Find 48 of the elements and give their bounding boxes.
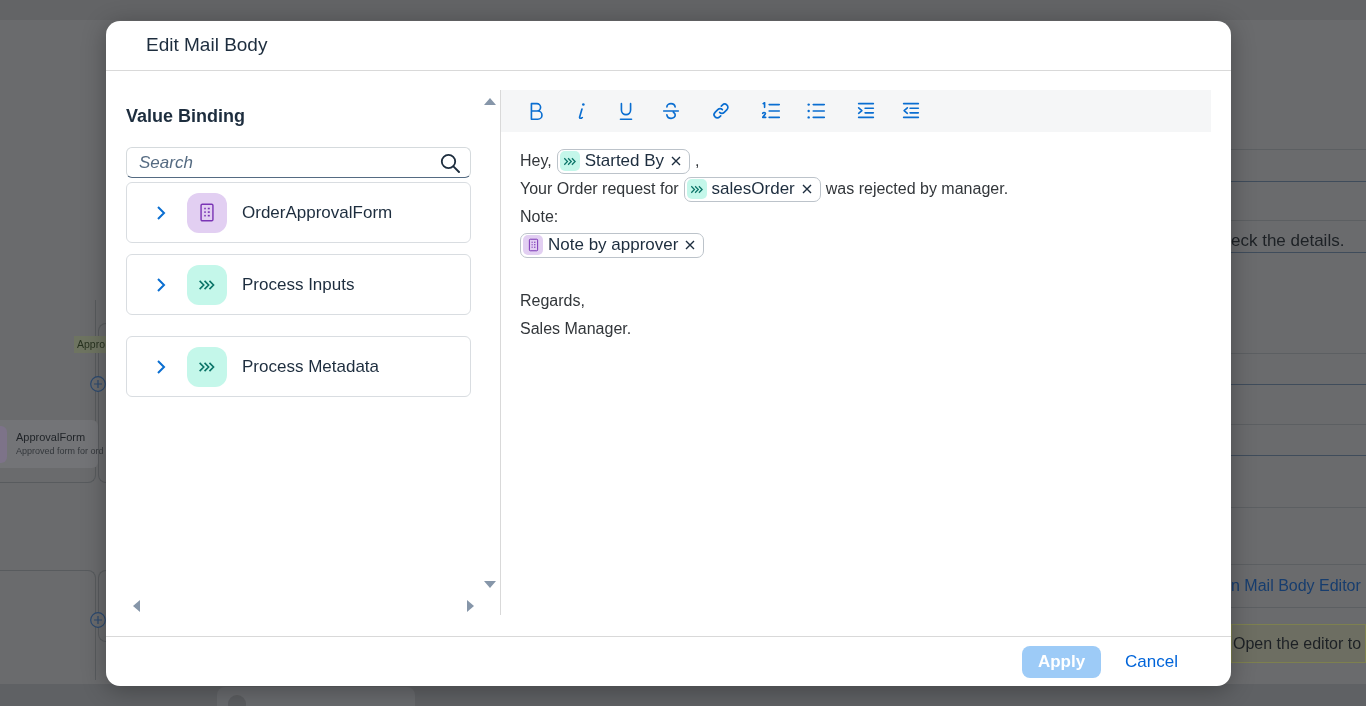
chevrons-icon (686, 179, 707, 199)
body-text: Note: (520, 207, 559, 227)
link-icon (710, 100, 732, 122)
chevrons-icon (187, 264, 227, 305)
chevrons-icon (559, 151, 580, 171)
lane-label: Appro (74, 336, 106, 353)
scroll-left-icon[interactable] (133, 600, 140, 612)
tree-item[interactable]: OrderApprovalForm (126, 182, 471, 243)
bulleted-list-icon (805, 100, 827, 122)
item-label: Process Metadata (242, 355, 379, 378)
tree-item[interactable]: Process Metadata (126, 336, 471, 397)
token[interactable]: Started By (556, 148, 691, 174)
chevrons-icon (187, 346, 227, 387)
scroll-right-icon[interactable] (467, 600, 474, 612)
description-text: eck the details. (1231, 231, 1345, 251)
scroll-down-icon[interactable] (484, 581, 496, 588)
body-text: Sales Manager. (520, 319, 632, 339)
close-icon[interactable] (685, 240, 696, 250)
close-icon[interactable] (801, 184, 812, 194)
tree-item[interactable]: Process Inputs (126, 254, 471, 315)
info-message: Open the editor to (1231, 624, 1366, 663)
body-text: , (695, 151, 700, 171)
body-text: Regards, (520, 291, 585, 311)
form-icon (523, 235, 543, 255)
token-label: salesOrder (711, 178, 795, 201)
expand-icon[interactable] (156, 276, 166, 293)
node-title: ApprovalForm (16, 431, 87, 444)
body-text: Hey, (520, 151, 552, 171)
expand-icon[interactable] (156, 204, 166, 221)
panel-heading: Value Binding (126, 105, 246, 128)
scroll-up-icon[interactable] (484, 98, 496, 105)
search-icon[interactable] (440, 152, 460, 173)
item-label: OrderApprovalForm (242, 201, 393, 224)
token[interactable]: Note by approver (520, 232, 705, 258)
strikethrough-icon (660, 100, 682, 122)
token-label: Started By (584, 150, 665, 173)
expand-icon[interactable] (156, 358, 166, 375)
cancel-button[interactable]: Cancel (1109, 645, 1194, 678)
token[interactable]: salesOrder (683, 176, 821, 202)
body-text: was rejected by manager. (825, 179, 1009, 199)
dialog-title: Edit Mail Body (146, 33, 268, 58)
close-icon[interactable] (671, 156, 682, 166)
item-label: Process Inputs (242, 273, 355, 296)
italic-icon (577, 103, 585, 119)
body-text: Your Order request for (520, 179, 679, 199)
search-field[interactable]: Search (126, 147, 471, 178)
token-label: Note by approver (548, 234, 679, 257)
form-icon (187, 192, 227, 233)
